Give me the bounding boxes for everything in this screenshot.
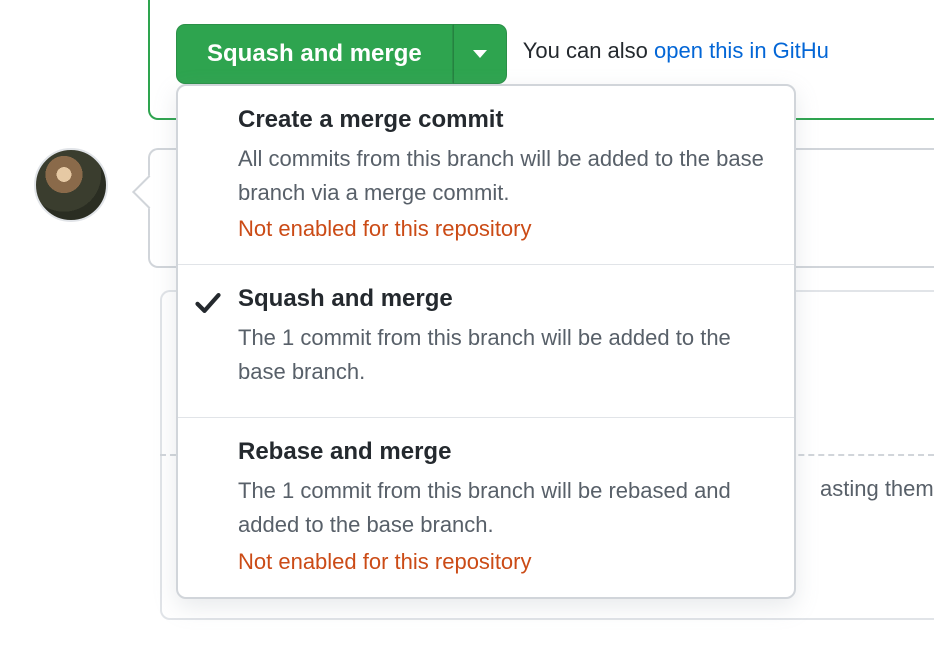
merge-option-desc: The 1 commit from this branch will be re… [238, 474, 766, 542]
squash-merge-button[interactable]: Squash and merge [176, 24, 453, 84]
merge-option-warning: Not enabled for this repository [238, 549, 766, 575]
merge-method-dropdown: Create a merge commit All commits from t… [176, 84, 796, 599]
merge-option-squash-and-merge[interactable]: Squash and merge The 1 commit from this … [178, 265, 794, 418]
open-in-github-link[interactable]: open this in GitHu [654, 38, 829, 63]
merge-option-title: Rebase and merge [238, 438, 766, 466]
paste-hint-text: asting them [820, 476, 934, 502]
check-icon [194, 289, 222, 317]
avatar[interactable] [34, 148, 108, 222]
also-text-label: You can also [523, 38, 654, 63]
merge-option-desc: All commits from this branch will be add… [238, 142, 766, 210]
merge-button-group: Squash and merge [176, 24, 507, 84]
merge-option-rebase-and-merge[interactable]: Rebase and merge The 1 commit from this … [178, 418, 794, 596]
merge-method-dropdown-toggle[interactable] [453, 24, 507, 84]
merge-option-title: Squash and merge [238, 285, 766, 313]
merge-option-create-merge-commit[interactable]: Create a merge commit All commits from t… [178, 86, 794, 265]
merge-option-desc: The 1 commit from this branch will be ad… [238, 321, 766, 389]
open-elsewhere-text: You can also open this in GitHu [523, 24, 829, 64]
merge-option-title: Create a merge commit [238, 106, 766, 134]
comment-arrow [132, 175, 166, 209]
caret-down-icon [472, 49, 488, 59]
merge-option-warning: Not enabled for this repository [238, 216, 766, 242]
